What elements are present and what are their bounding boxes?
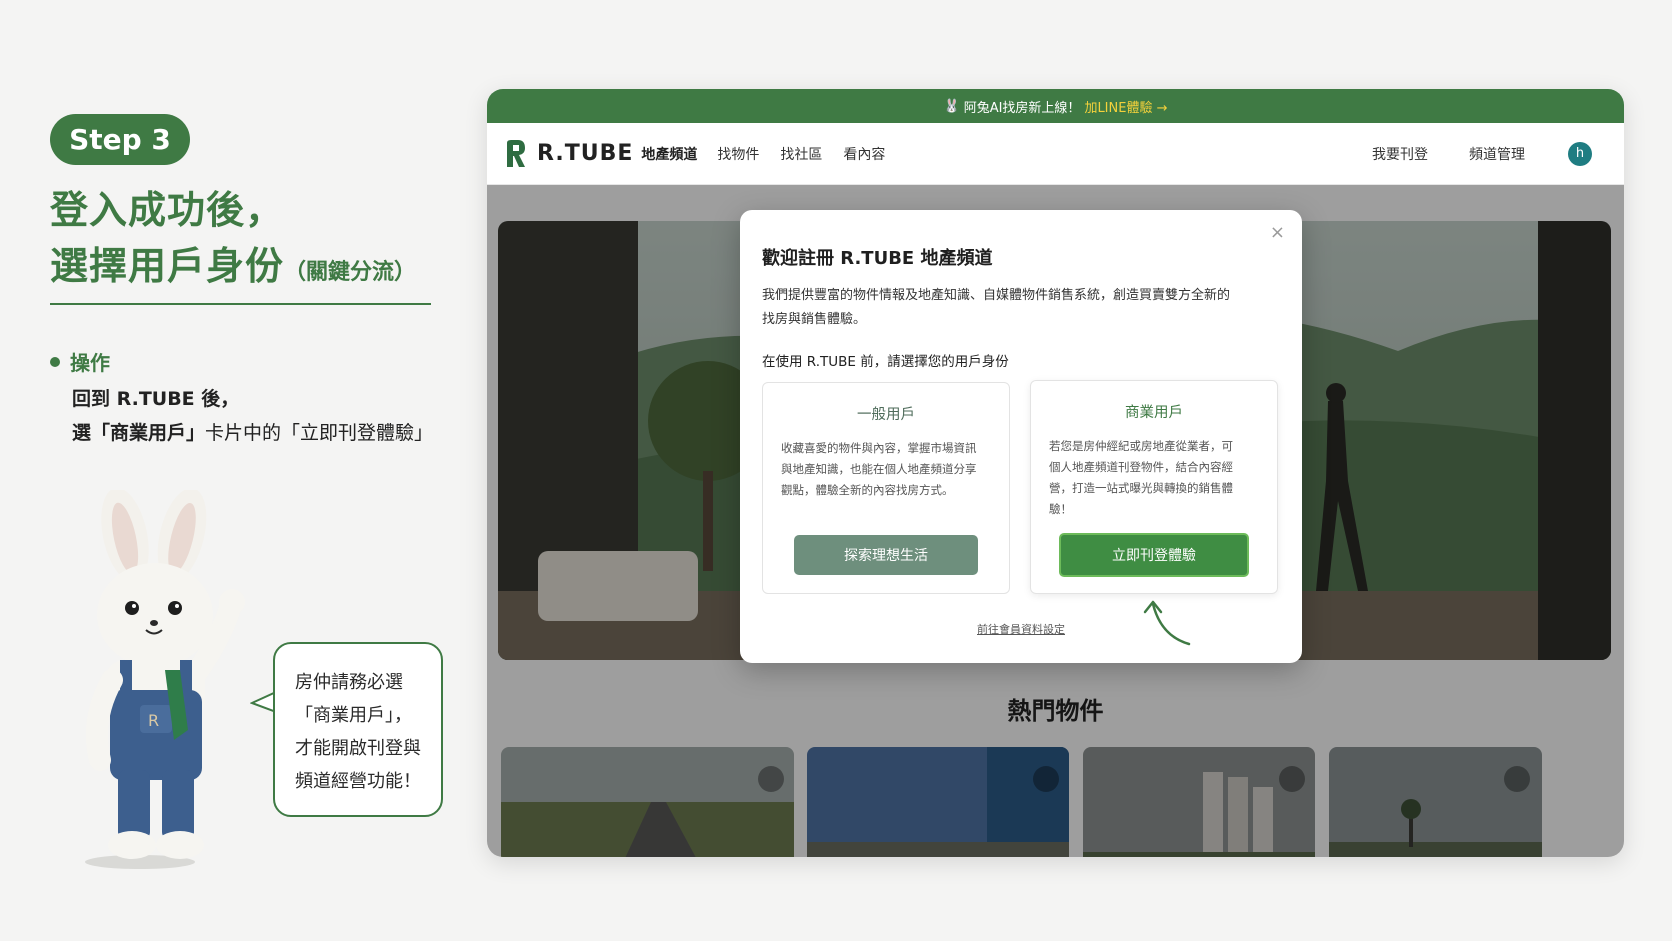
op-line1: 回到 R.TUBE 後，: [72, 388, 240, 410]
rtube-logo-icon[interactable]: [505, 139, 527, 169]
welcome-role-modal: × 歡迎註冊 R.TUBE 地產頻道 我們提供豐富的物件情報及地產知識、自媒體物…: [740, 210, 1302, 663]
role-desc-line: 若您是房仲經紀或房地產從業者，可: [1049, 439, 1233, 453]
role-desc-general: 收藏喜愛的物件與內容，掌握市場資訊 與地產知識，也能在個人地產頻道分享 觀點，體…: [781, 438, 991, 501]
close-icon[interactable]: ×: [1270, 222, 1285, 243]
op-line2-post: 卡片中的「立即刊登體驗」: [205, 422, 434, 444]
rabbit-emoji-icon: 🐰: [943, 98, 960, 114]
nav-find-community[interactable]: 找社區: [780, 144, 822, 164]
site-navbar: R.TUBE 地產頻道 找物件 找社區 看內容 我要刊登 頻道管理 h: [487, 123, 1624, 185]
nav-channel-manage[interactable]: 頻道管理: [1469, 144, 1525, 164]
explore-button[interactable]: 探索理想生活: [794, 535, 978, 575]
role-desc-line: 驗！: [1049, 502, 1072, 516]
operation-label: 操作: [70, 351, 110, 375]
speech-bubble: 房仲請務必選 「商業用戶」， 才能開啟刊登與 頻道經營功能！: [273, 642, 443, 817]
nav-find-listings[interactable]: 找物件: [717, 144, 759, 164]
member-settings-link[interactable]: 前往會員資料設定: [740, 621, 1302, 637]
bubble-line3: 才能開啟刊登與: [295, 738, 421, 759]
headline-line2-row: 選擇用戶身份（關鍵分流）: [50, 238, 416, 301]
role-desc-line: 營，打造一站式曝光與轉換的銷售體: [1049, 481, 1233, 495]
user-avatar[interactable]: h: [1568, 141, 1592, 166]
bubble-line2: 「商業用戶」，: [295, 705, 412, 726]
website-screenshot: 🐰 阿兔AI找房新上線！ 加LINE體驗 → R.TUBE 地產頻道 找物件 找…: [487, 89, 1624, 857]
role-card-general[interactable]: 一般用戶 收藏喜愛的物件與內容，掌握市場資訊 與地產知識，也能在個人地產頻道分享…: [762, 382, 1010, 594]
modal-desc-line2: 找房與銷售體驗。: [762, 312, 867, 327]
op-line2-bold: 「商業用戶」: [91, 422, 206, 444]
tutorial-headline: 登入成功後， 選擇用戶身份（關鍵分流）: [50, 182, 416, 301]
svg-text:R: R: [148, 711, 159, 730]
headline-divider: [50, 303, 431, 305]
modal-description: 我們提供豐富的物件情報及地產知識、自媒體物件銷售系統，創造買賣雙方全新的 找房與…: [762, 284, 1278, 332]
role-desc-line: 觀點，體驗全新的內容找房方式。: [781, 483, 954, 497]
modal-title: 歡迎註冊 R.TUBE 地產頻道: [762, 248, 993, 269]
headline-line2: 選擇用戶身份: [50, 244, 285, 288]
role-title-business: 商業用戶: [1125, 405, 1183, 421]
nav-publish[interactable]: 我要刊登: [1372, 144, 1428, 164]
publish-now-button[interactable]: 立即刊登體驗: [1059, 533, 1249, 577]
role-desc-line: 個人地產頻道刊登物件，結合內容經: [1049, 460, 1233, 474]
bubble-line1: 房仲請務必選: [295, 672, 403, 693]
role-desc-line: 與地產知識，也能在個人地產頻道分享: [781, 462, 977, 476]
role-desc-business: 若您是房仲經紀或房地產從業者，可 個人地產頻道刊登物件，結合內容經 營，打造一站…: [1049, 436, 1259, 520]
announcement-cta-link[interactable]: 加LINE體驗 →: [1084, 97, 1167, 116]
nav-view-content[interactable]: 看內容: [843, 144, 885, 164]
step-badge: Step 3: [50, 114, 190, 165]
op-line2-pre: 選: [72, 422, 92, 444]
role-options: 一般用戶 收藏喜愛的物件與內容，掌握市場資訊 與地產知識，也能在個人地產頻道分享…: [762, 380, 1278, 594]
modal-desc-line1: 我們提供豐富的物件情報及地產知識、自媒體物件銷售系統，創造買賣雙方全新的: [762, 288, 1231, 303]
site-logo-text[interactable]: R.TUBE: [537, 141, 633, 166]
announcement-bar[interactable]: 🐰 阿兔AI找房新上線！ 加LINE體驗 →: [487, 89, 1624, 123]
operation-instructions: 回到 R.TUBE 後， 選「商業用戶」卡片中的「立即刊登體驗」: [72, 382, 433, 450]
role-desc-line: 收藏喜愛的物件與內容，掌握市場資訊: [781, 441, 977, 455]
announcement-text: 阿兔AI找房新上線！: [963, 100, 1081, 116]
role-prompt: 在使用 R.TUBE 前，請選擇您的用戶身份: [762, 354, 1009, 370]
operation-heading: 操作: [50, 347, 110, 376]
nav-right-group: 我要刊登 頻道管理 h: [1372, 141, 1606, 166]
headline-line1: 登入成功後，: [50, 188, 285, 232]
site-logo-sub[interactable]: 地產頻道: [641, 144, 697, 164]
role-title-general: 一般用戶: [857, 407, 915, 423]
bullet-dot-icon: [50, 356, 60, 367]
rabbit-mascot-icon: R: [85, 490, 245, 869]
bubble-line4: 頻道經營功能！: [295, 771, 421, 792]
headline-note: （關鍵分流）: [284, 260, 417, 285]
role-card-business[interactable]: 商業用戶 若您是房仲經紀或房地產從業者，可 個人地產頻道刊登物件，結合內容經 營…: [1030, 380, 1278, 594]
